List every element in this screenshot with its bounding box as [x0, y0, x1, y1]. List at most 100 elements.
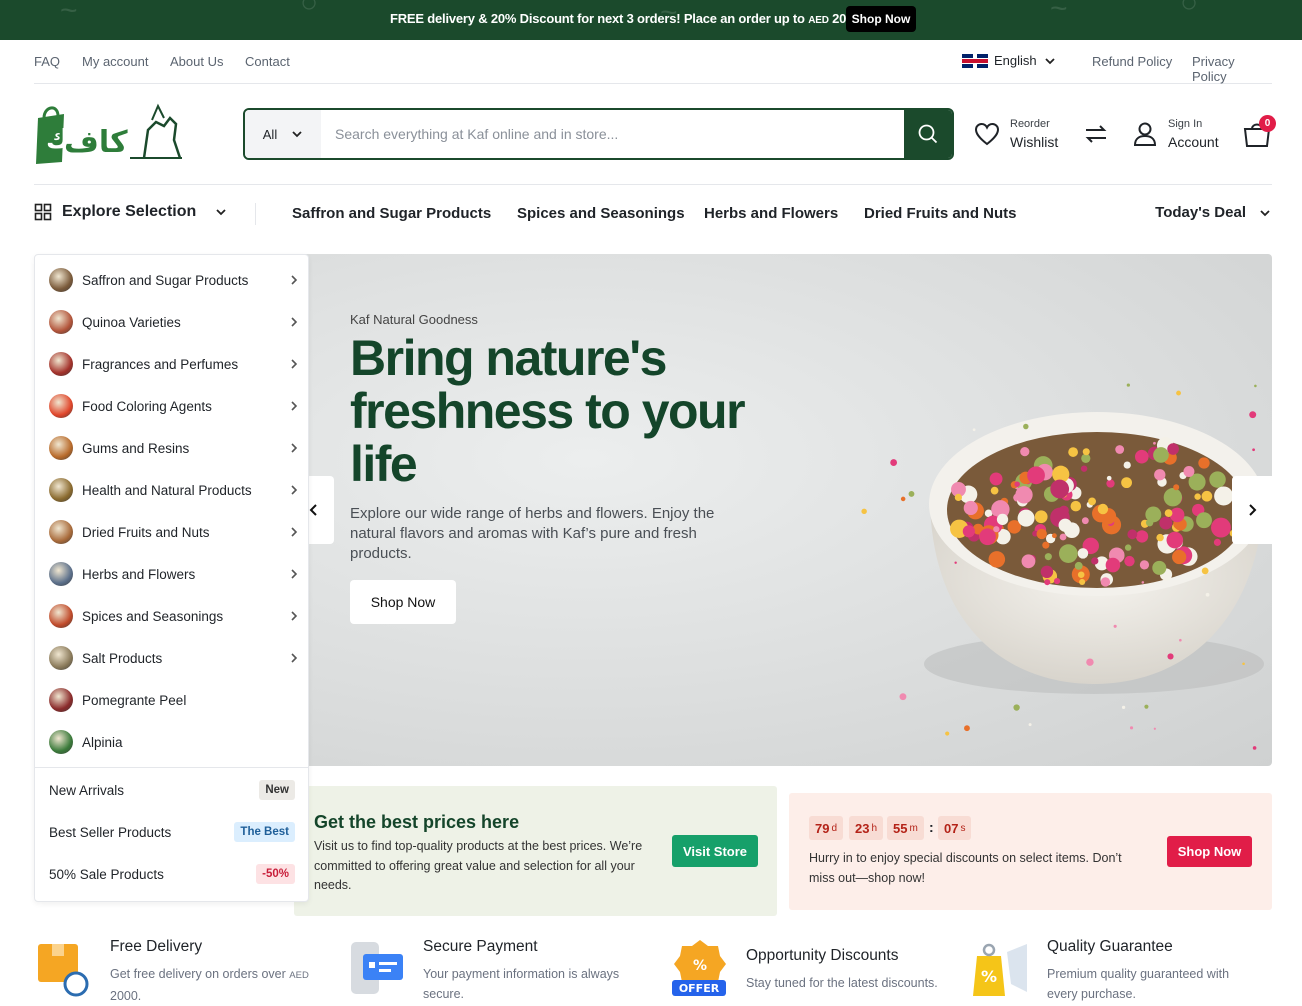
- about-us-link[interactable]: About Us: [170, 54, 223, 69]
- wishlist-title: Wishlist: [1010, 134, 1059, 150]
- heart-icon: [974, 122, 1000, 146]
- sidebar-category-item[interactable]: Herbs and Flowers: [49, 559, 299, 589]
- language-label: English: [994, 53, 1037, 68]
- kaf-logo-graphic: ك كاف: [36, 103, 182, 164]
- user-icon: [1133, 122, 1157, 146]
- sidebar-category-item[interactable]: Food Coloring Agents: [49, 391, 299, 421]
- sidebar-category-item[interactable]: Health and Natural Products: [49, 475, 299, 505]
- my-account-link[interactable]: My account: [82, 54, 148, 69]
- hero-headline: Bring nature's freshness to your life: [350, 330, 746, 492]
- sidebar-category-label: Food Coloring Agents: [82, 398, 212, 414]
- svg-text:%: %: [693, 958, 707, 974]
- best-prices-card: Get the best prices here Visit us to fin…: [294, 786, 777, 916]
- refund-policy-link[interactable]: Refund Policy: [1092, 54, 1172, 69]
- announcement-shop-button[interactable]: Shop Now: [846, 6, 916, 32]
- feature-title: Quality Guarantee: [1047, 938, 1173, 955]
- wishlist-link[interactable]: Reorder Wishlist: [974, 118, 1058, 150]
- sale-products-link[interactable]: 50% Sale Products -50%: [49, 864, 295, 884]
- search-input[interactable]: [321, 110, 904, 158]
- sidebar-category-item[interactable]: Salt Products: [49, 643, 299, 673]
- chevron-right-icon: [291, 401, 298, 411]
- decor-circle-icon: ○: [300, 0, 319, 19]
- sidebar-category-item[interactable]: Gums and Resins: [49, 433, 299, 463]
- nav-link-spices[interactable]: Spices and Seasonings: [517, 205, 685, 222]
- decor-squiggle-icon: ~: [60, 0, 78, 27]
- privacy-policy-link[interactable]: Privacy Policy: [1192, 54, 1272, 84]
- feature-opportunity-discounts: % OFFER Opportunity Discounts Stay tuned…: [670, 938, 960, 1002]
- category-thumbnail-icon: [49, 688, 73, 712]
- feature-text: Premium quality guaranteed with every pu…: [1047, 967, 1230, 1001]
- category-thumbnail-icon: [49, 352, 73, 376]
- search-category-select[interactable]: All: [245, 110, 321, 158]
- announcement-bar: ~ ○ ~ ~ ○ FREE delivery & 20% Discount f…: [0, 0, 1302, 40]
- todays-deal-button[interactable]: Today's Deal: [1155, 204, 1272, 221]
- grid-icon: [34, 203, 52, 221]
- countdown-separator: :: [929, 819, 934, 835]
- sidebar-category-item[interactable]: Dried Fruits and Nuts: [49, 517, 299, 547]
- discount-badge: -50%: [256, 864, 295, 884]
- hero-description: Explore our wide range of herbs and flow…: [350, 505, 715, 562]
- category-thumbnail-icon: [49, 520, 73, 544]
- feature-title: Free Delivery: [110, 938, 203, 955]
- uk-flag-icon: [962, 53, 988, 68]
- contact-link[interactable]: Contact: [245, 54, 290, 69]
- offer-badge-icon: % OFFER: [672, 940, 726, 996]
- feature-text: Stay tuned for the latest discounts.: [746, 976, 938, 990]
- nav-link-dried-fruits[interactable]: Dried Fruits and Nuts: [864, 205, 1017, 222]
- sidebar-category-label: Health and Natural Products: [82, 482, 252, 498]
- chevron-right-icon: [291, 443, 298, 453]
- deal-countdown-card: 79 d 23 h 55 m : 07 s Hurry in to enjoy spec…: [789, 793, 1272, 910]
- feature-secure-payment: Secure Payment Your payment information …: [347, 938, 637, 1002]
- faq-link[interactable]: FAQ: [34, 54, 60, 69]
- sidebar-category-item[interactable]: Pomegrante Peel: [49, 685, 299, 715]
- chevron-right-icon: [291, 317, 298, 327]
- compare-button[interactable]: [1083, 122, 1109, 146]
- best-prices-title: Get the best prices here: [314, 812, 520, 832]
- account-link[interactable]: Sign In Account: [1132, 118, 1219, 150]
- countdown-seconds: 07 s: [938, 816, 972, 840]
- nav-link-saffron[interactable]: Saffron and Sugar Products: [292, 205, 491, 222]
- category-thumbnail-icon: [49, 436, 73, 460]
- delivery-box-icon: [38, 944, 89, 997]
- feature-text: Get free delivery on orders over AED 200…: [110, 967, 309, 1003]
- sidebar-category-item[interactable]: Spices and Seasonings: [49, 601, 299, 631]
- sidebar-category-item[interactable]: Quinoa Varieties: [49, 307, 299, 337]
- sidebar-category-label: Dried Fruits and Nuts: [82, 524, 210, 540]
- svg-text:كاف: كاف: [64, 125, 128, 160]
- wishlist-subtitle: Reorder: [1010, 118, 1050, 130]
- compare-arrows-icon: [1085, 125, 1107, 143]
- countdown-days: 79 d: [809, 816, 844, 840]
- chevron-down-icon: [1260, 209, 1270, 216]
- category-thumbnail-icon: [49, 268, 73, 292]
- category-thumbnail-icon: [49, 730, 73, 754]
- sign-in-label: Sign In: [1168, 118, 1203, 130]
- account-label: Account: [1168, 134, 1219, 150]
- new-arrivals-link[interactable]: New Arrivals New: [49, 780, 295, 800]
- chevron-down-icon: [292, 131, 302, 138]
- countdown-hours: 23 h: [849, 816, 884, 840]
- sidebar-category-item[interactable]: Saffron and Sugar Products: [49, 265, 299, 295]
- category-nav: Explore Selection Saffron and Sugar Prod…: [34, 184, 1272, 242]
- best-seller-link[interactable]: Best Seller Products The Best: [49, 822, 295, 842]
- hero-next-button[interactable]: [1232, 476, 1272, 544]
- deal-shop-now-button[interactable]: Shop Now: [1167, 836, 1252, 867]
- chevron-right-icon: [291, 611, 298, 621]
- hero-banner: Kaf Natural Goodness Bring nature's fres…: [294, 254, 1272, 766]
- search-button[interactable]: [904, 110, 952, 158]
- chevron-right-icon: [291, 653, 298, 663]
- sidebar-category-label: Gums and Resins: [82, 440, 190, 456]
- sidebar-category-item[interactable]: Fragrances and Perfumes: [49, 349, 299, 379]
- hero-shop-now-button[interactable]: Shop Now: [350, 580, 456, 624]
- chevron-left-icon: [309, 504, 317, 516]
- feature-title: Opportunity Discounts: [746, 947, 899, 964]
- sidebar-category-label: Saffron and Sugar Products: [82, 272, 249, 288]
- sidebar-divider: [35, 767, 308, 768]
- language-selector[interactable]: English: [962, 53, 1057, 68]
- visit-store-button[interactable]: Visit Store: [672, 835, 758, 867]
- kaf-logo[interactable]: ك كاف: [34, 100, 184, 166]
- sidebar-category-item[interactable]: Alpinia: [49, 727, 299, 757]
- feature-quality-guarantee: % Quality Guarantee Premium quality guar…: [971, 938, 1261, 1002]
- explore-selection-button[interactable]: Explore Selection: [34, 203, 228, 221]
- decor-squiggle-icon: ~: [1050, 0, 1068, 25]
- nav-link-herbs[interactable]: Herbs and Flowers: [704, 205, 838, 222]
